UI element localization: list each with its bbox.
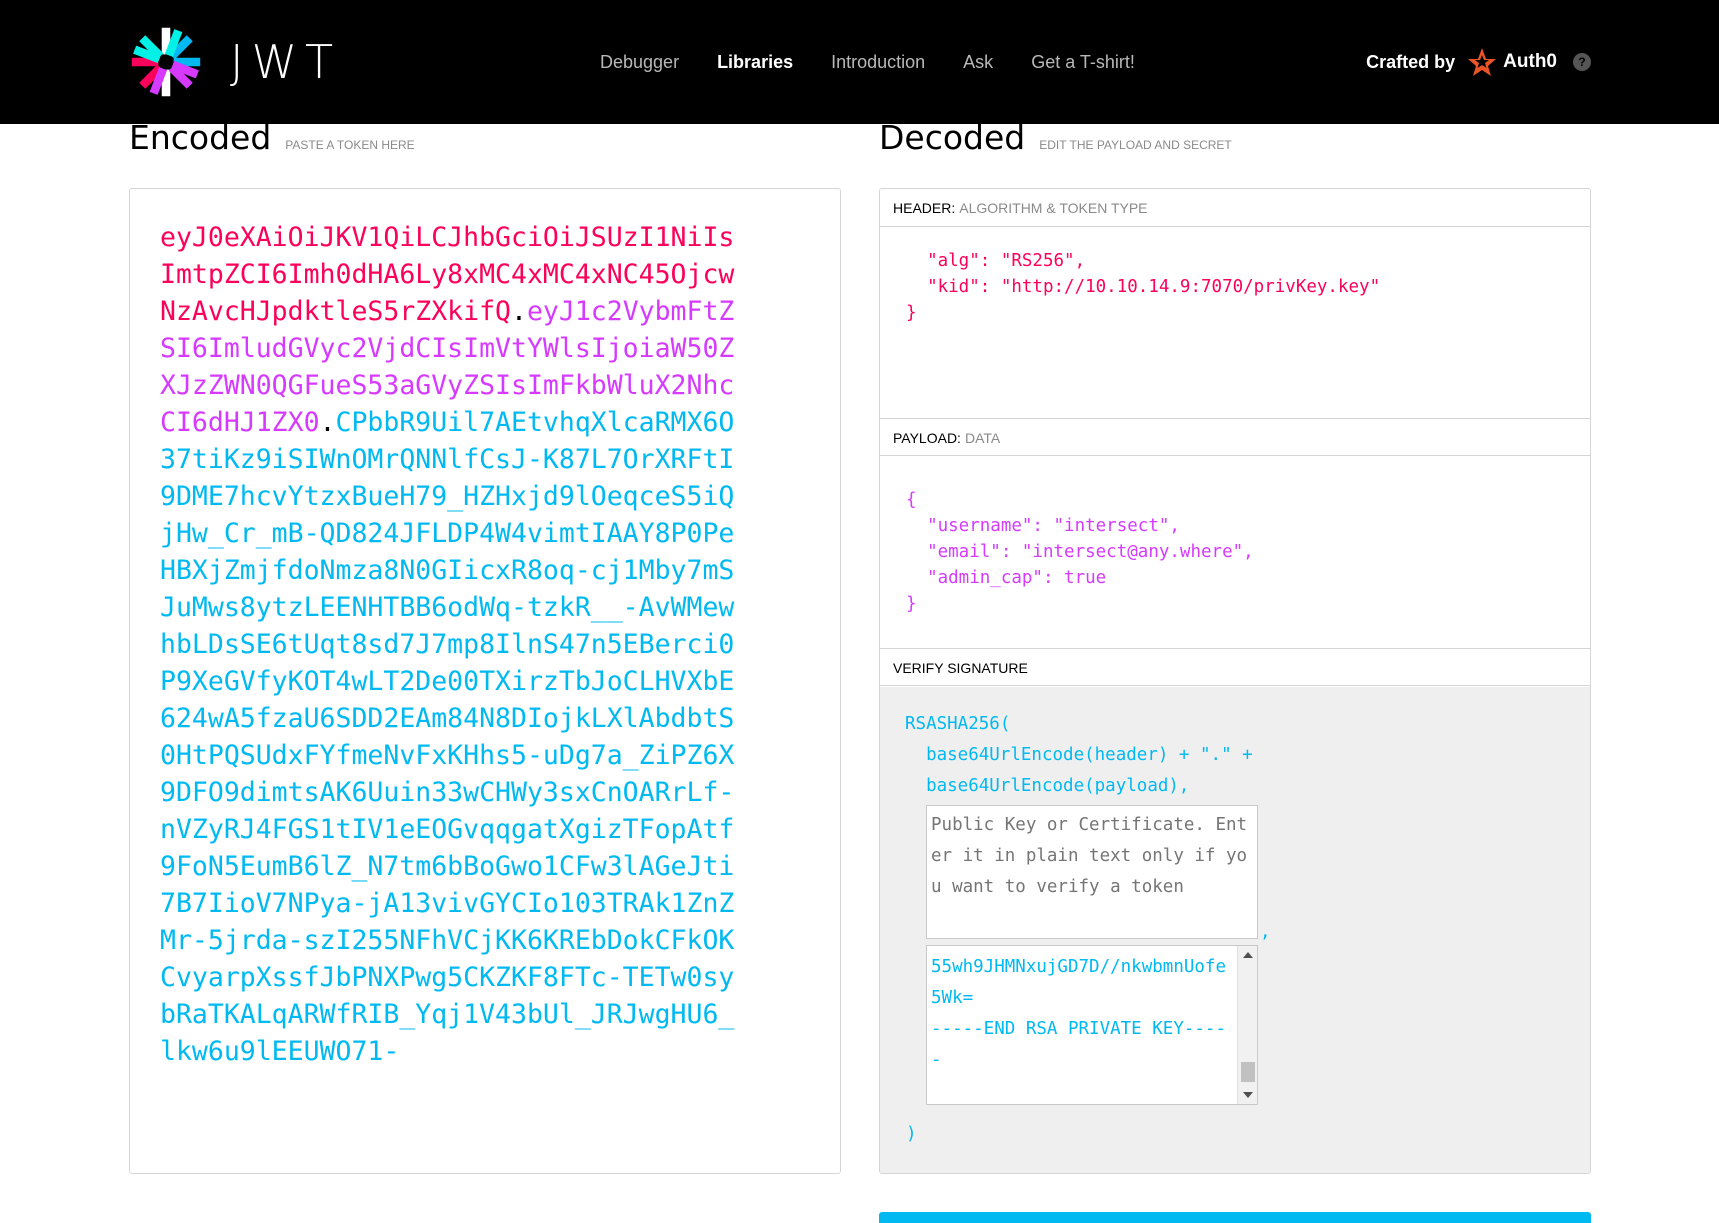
- header-section-sub: ALGORITHM & TOKEN TYPE: [959, 200, 1148, 216]
- token-signature-part: CPbbR9Uil7AEtvhqXlcaRMX6O37tiKz9iSIWnOMr…: [160, 407, 735, 1067]
- signature-section-label: VERIFY SIGNATURE: [893, 660, 1028, 676]
- payload-section-sub: DATA: [964, 430, 1001, 446]
- nav-libraries[interactable]: Libraries: [717, 52, 793, 73]
- nav-introduction[interactable]: Introduction: [831, 52, 925, 73]
- encoded-token-editor[interactable]: eyJ0eXAiOiJKV1QiLCJhbGciOiJSUzI1NiIsImtp…: [129, 188, 841, 1174]
- scroll-down-arrow-icon[interactable]: [1243, 1092, 1253, 1098]
- nav-tshirt[interactable]: Get a T-shirt!: [1031, 52, 1135, 73]
- payload-section-title: PAYLOAD: DATA: [880, 418, 1590, 456]
- header-json-line: "alg": "RS256",: [906, 251, 1086, 271]
- signature-comma: ,: [1260, 922, 1271, 942]
- signature-area: RSASHA256( base64UrlEncode(header) + "."…: [880, 687, 1590, 1173]
- payload-section-label: PAYLOAD:: [893, 430, 961, 446]
- private-key-input[interactable]: 55wh9JHMNxujGD7D//nkwbmnUofe 5Wk= -----E…: [926, 945, 1258, 1105]
- encoded-token-text[interactable]: eyJ0eXAiOiJKV1QiLCJhbGciOiJSUzI1NiIsImtp…: [160, 219, 750, 1070]
- payload-json-line: }: [906, 594, 917, 614]
- top-navbar: JWT Debugger Libraries Introduction Ask …: [0, 0, 1719, 124]
- header-section-label: HEADER:: [893, 200, 956, 216]
- signature-line-payload: base64UrlEncode(payload),: [905, 776, 1190, 796]
- payload-json-line: {: [906, 490, 917, 510]
- signature-close-paren: ): [906, 1124, 917, 1144]
- private-key-line: -: [931, 1050, 942, 1070]
- payload-json-line: "email": "intersect@any.where",: [906, 542, 1254, 562]
- crafted-by[interactable]: Crafted by Auth0 ?: [1366, 0, 1591, 124]
- decoded-hint: EDIT THE PAYLOAD AND SECRET: [1039, 138, 1232, 152]
- header-section-title: HEADER: ALGORITHM & TOKEN TYPE: [880, 189, 1590, 227]
- nav-ask[interactable]: Ask: [963, 52, 993, 73]
- payload-json-editor[interactable]: { "username": "intersect", "email": "int…: [880, 457, 1590, 648]
- decoded-title: Decoded: [879, 118, 1026, 157]
- help-icon[interactable]: ?: [1573, 53, 1591, 71]
- private-key-line: 55wh9JHMNxujGD7D//nkwbmnUofe: [931, 957, 1227, 977]
- token-dot: .: [319, 407, 336, 438]
- signature-func: RSASHA256(: [905, 714, 1011, 734]
- encoded-title: Encoded: [129, 118, 272, 157]
- nav-debugger[interactable]: Debugger: [600, 52, 679, 73]
- jwt-wordmark: JWT: [230, 35, 342, 89]
- encoded-heading: Encoded PASTE A TOKEN HERE: [129, 118, 415, 157]
- auth0-logo-icon: [1468, 48, 1497, 76]
- signature-verified-bar: [879, 1212, 1591, 1223]
- private-key-line: 5Wk=: [931, 988, 974, 1008]
- scroll-up-arrow-icon[interactable]: [1243, 952, 1253, 958]
- private-key-scrollbar[interactable]: [1237, 946, 1257, 1104]
- header-json-editor[interactable]: "alg": "RS256", "kid": "http://10.10.14.…: [880, 228, 1590, 418]
- signature-line-header: base64UrlEncode(header) + "." +: [905, 745, 1253, 765]
- public-key-input[interactable]: [926, 805, 1258, 939]
- main-nav: Debugger Libraries Introduction Ask Get …: [600, 0, 1173, 124]
- crafted-by-label: Crafted by: [1366, 51, 1456, 72]
- signature-code: RSASHA256( base64UrlEncode(header) + "."…: [905, 709, 1253, 802]
- payload-json-line: "username": "intersect",: [906, 516, 1180, 536]
- scroll-thumb[interactable]: [1241, 1062, 1255, 1082]
- auth0-label: Auth0: [1503, 51, 1557, 72]
- signature-section-title: VERIFY SIGNATURE: [880, 648, 1590, 686]
- jwt-logo[interactable]: JWT: [128, 24, 341, 100]
- decoded-panel: HEADER: ALGORITHM & TOKEN TYPE "alg": "RS…: [879, 188, 1591, 1174]
- token-dot: .: [511, 296, 527, 327]
- header-json-line: }: [906, 303, 917, 323]
- encoded-hint: PASTE A TOKEN HERE: [285, 138, 415, 152]
- private-key-text: 55wh9JHMNxujGD7D//nkwbmnUofe 5Wk= -----E…: [931, 952, 1233, 1076]
- decoded-heading: Decoded EDIT THE PAYLOAD AND SECRET: [879, 118, 1232, 157]
- jwt-logo-icon: [131, 27, 201, 97]
- header-json-line: "kid": "http://10.10.14.9:7070/privKey.k…: [906, 277, 1381, 297]
- private-key-line: -----END RSA PRIVATE KEY----: [931, 1019, 1227, 1039]
- payload-json-line: "admin_cap": true: [906, 568, 1107, 588]
